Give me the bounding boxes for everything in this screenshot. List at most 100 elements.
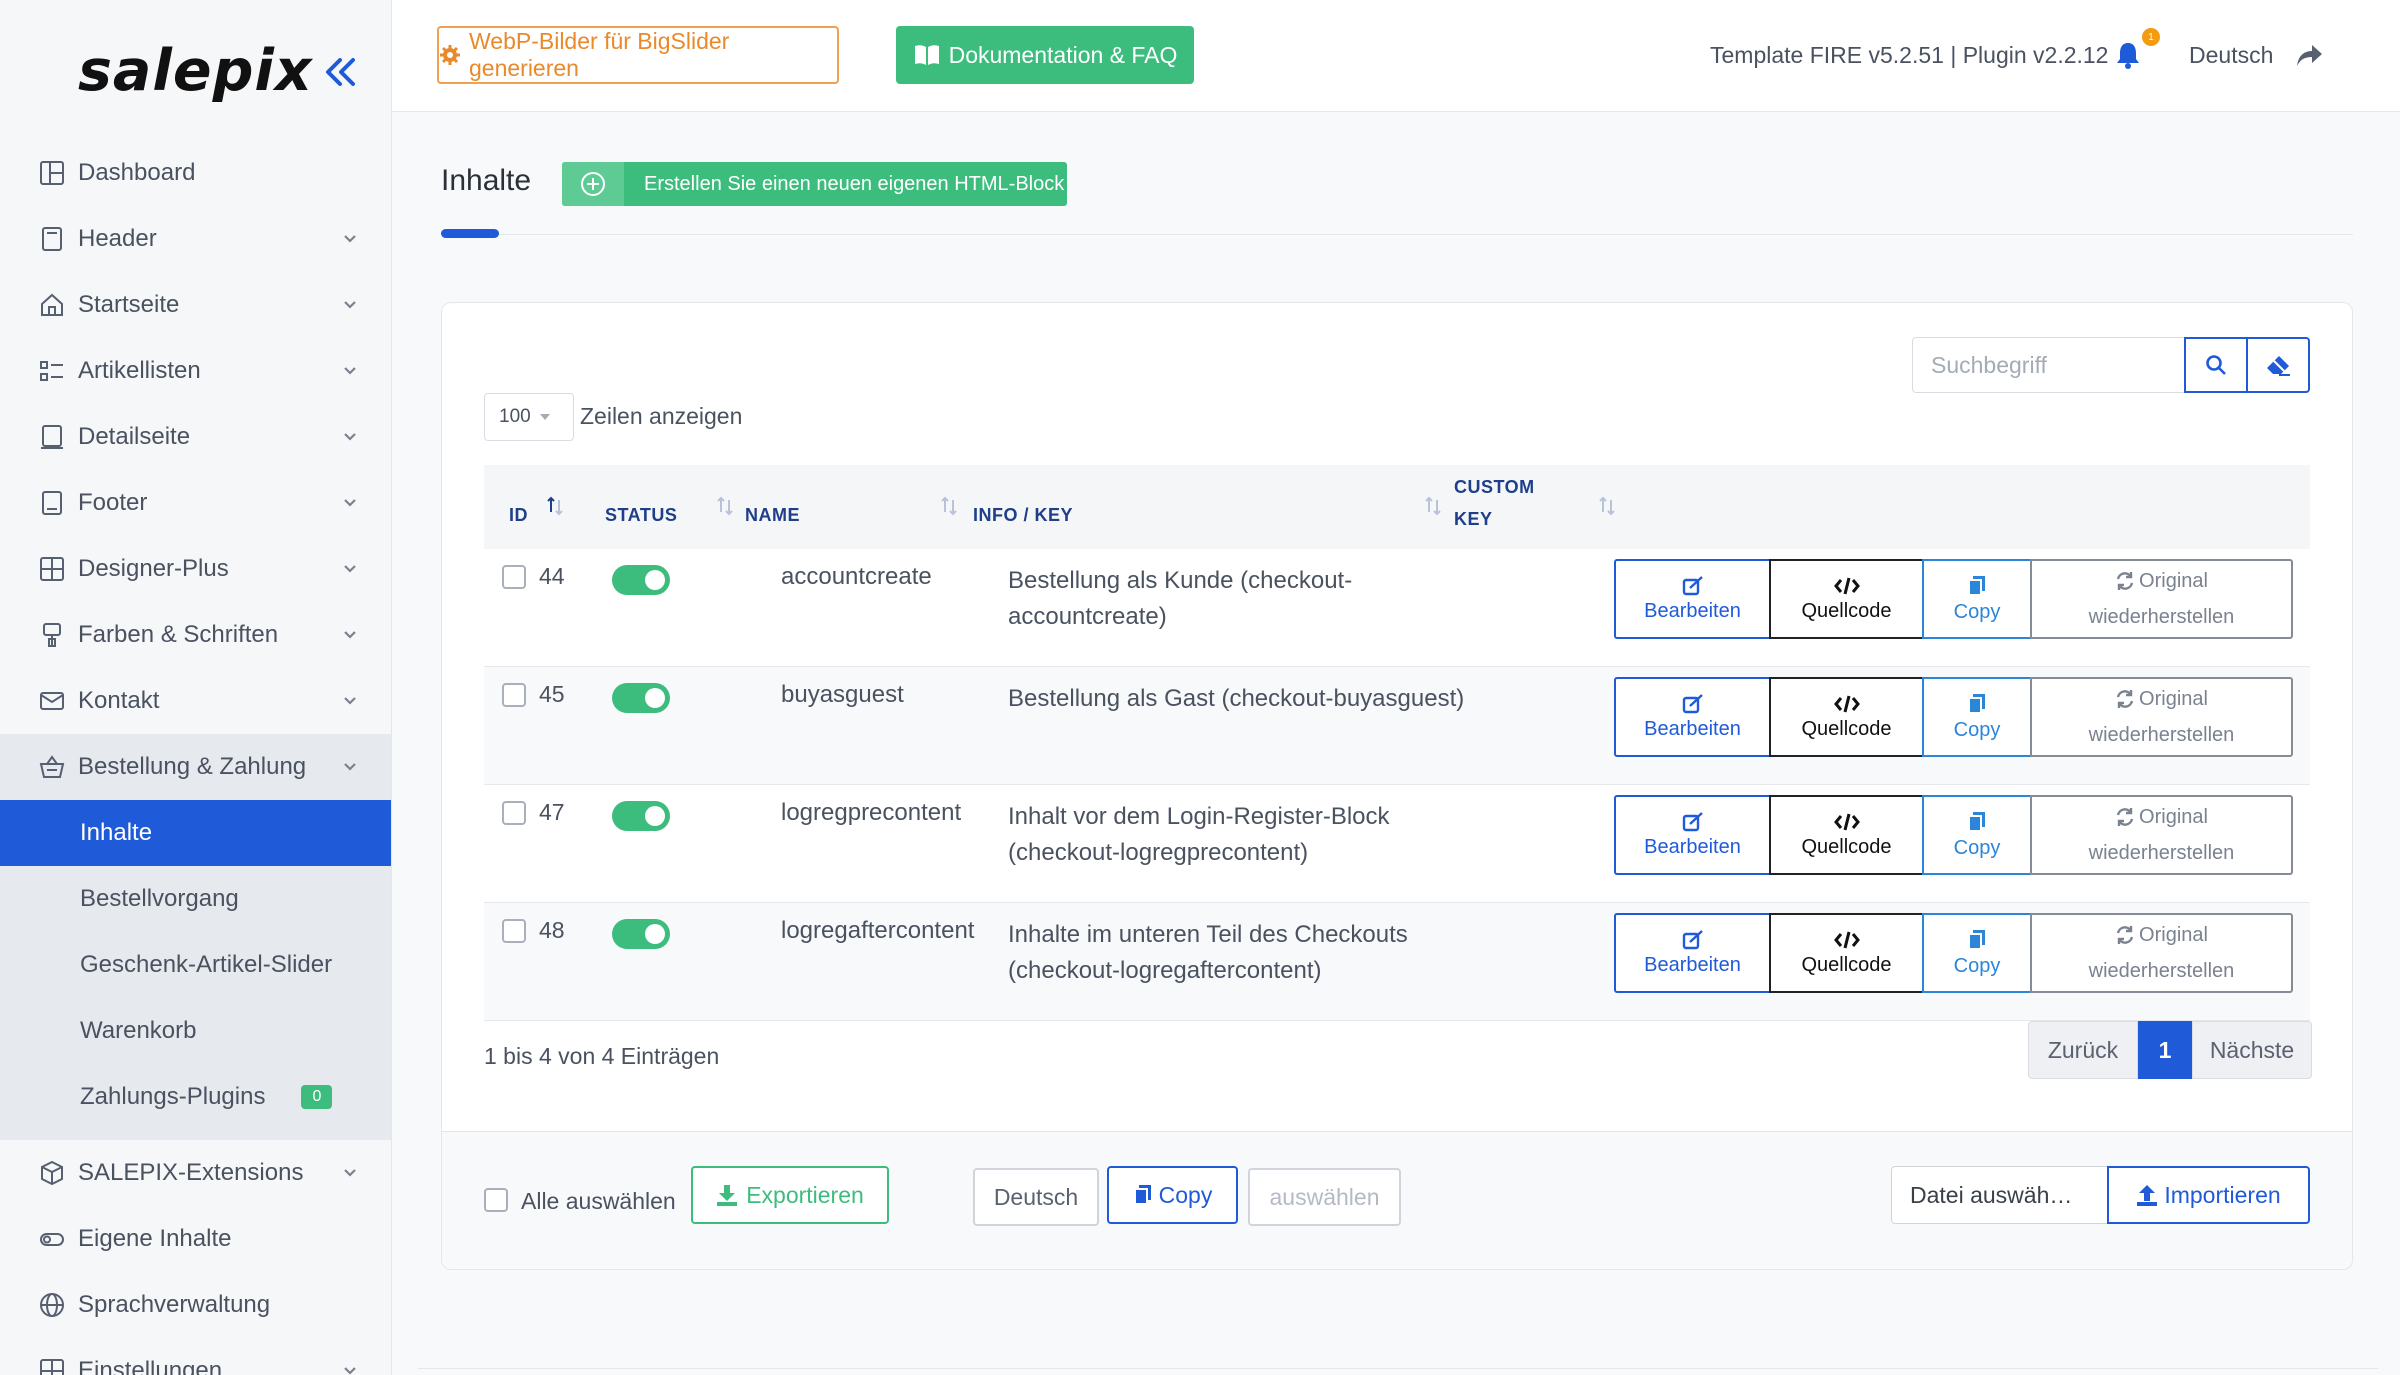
- edit-button[interactable]: Bearbeiten: [1614, 677, 1771, 757]
- code-label: Quellcode: [1801, 953, 1892, 976]
- clear-search-button[interactable]: [2246, 337, 2310, 393]
- edit-button[interactable]: Bearbeiten: [1614, 913, 1771, 993]
- edit-button[interactable]: Bearbeiten: [1614, 795, 1771, 875]
- sort-icon[interactable]: [940, 495, 958, 517]
- select-all-label[interactable]: Alle auswählen: [521, 1188, 676, 1215]
- export-button[interactable]: Exportieren: [691, 1166, 889, 1224]
- sidebar-item-artikellisten[interactable]: Artikellisten: [0, 338, 391, 404]
- chevron-down-icon: [340, 559, 360, 579]
- source-code-button[interactable]: Quellcode: [1769, 677, 1924, 757]
- select-all-checkbox[interactable]: [484, 1188, 508, 1212]
- sidebar-subitem-bestellvorgang[interactable]: Bestellvorgang: [0, 866, 391, 932]
- import-button[interactable]: Importieren: [2107, 1166, 2310, 1224]
- search-button[interactable]: [2184, 337, 2248, 393]
- sidebar-item-bestellung-zahlung[interactable]: Bestellung & Zahlung: [0, 734, 391, 800]
- source-code-button[interactable]: Quellcode: [1769, 559, 1924, 639]
- logo[interactable]: salepix: [78, 38, 313, 104]
- sidebar-subitem-geschenk-artikel-slider[interactable]: Geschenk-Artikel-Slider: [0, 932, 391, 998]
- copy-label: Copy: [1953, 954, 2001, 977]
- sidebar-item-header[interactable]: Header: [0, 206, 391, 272]
- row-checkbox[interactable]: [502, 683, 526, 707]
- row-checkbox[interactable]: [502, 919, 526, 943]
- sidebar-item-label: Einstellungen: [78, 1357, 223, 1375]
- page-bottom-divider: [418, 1368, 2378, 1369]
- column-header-status[interactable]: STATUS: [605, 505, 677, 526]
- sidebar-item-sprachverwaltung[interactable]: Sprachverwaltung: [0, 1272, 391, 1338]
- pagination-next-button[interactable]: Nächste: [2192, 1021, 2312, 1079]
- status-toggle[interactable]: [612, 801, 670, 831]
- column-header-id[interactable]: ID: [509, 505, 528, 526]
- sidebar-item-einstellungen[interactable]: Einstellungen: [0, 1338, 391, 1375]
- edit-button[interactable]: Bearbeiten: [1614, 559, 1771, 639]
- column-header-name[interactable]: NAME: [745, 505, 800, 526]
- row-info-line1: Inhalt vor dem Login-Register-Block: [1008, 803, 1390, 830]
- row-info-line1: Bestellung als Gast (checkout-buyasguest…: [1008, 685, 1465, 712]
- sidebar-subitem-inhalte[interactable]: Inhalte: [0, 800, 391, 866]
- book-icon: [913, 44, 941, 66]
- restore-original-button[interactable]: Original wiederherstellen: [2030, 913, 2293, 993]
- submenu-bestellung-zahlung: Inhalte Bestellvorgang Geschenk-Artikel-…: [0, 800, 391, 1140]
- copy-button[interactable]: Copy: [1922, 677, 2032, 757]
- status-toggle[interactable]: [612, 683, 670, 713]
- row-checkbox[interactable]: [502, 565, 526, 589]
- code-icon: [1833, 812, 1860, 832]
- collapse-sidebar-icon[interactable]: [320, 52, 360, 92]
- sidebar-item-designer-plus[interactable]: Designer-Plus: [0, 536, 391, 602]
- language-switcher[interactable]: Deutsch: [2189, 42, 2273, 69]
- export-language-button[interactable]: Deutsch: [973, 1168, 1099, 1226]
- search-input[interactable]: [1912, 337, 2184, 393]
- row-info: Bestellung als Kunde (checkout-accountcr…: [1008, 563, 1428, 635]
- bell-icon[interactable]: [2114, 40, 2142, 70]
- sort-icon[interactable]: [1598, 495, 1616, 517]
- rows-per-page-select[interactable]: 100: [484, 393, 574, 441]
- sidebar: salepix Dashboard Header Startseite Arti…: [0, 0, 392, 1375]
- sidebar-item-eigene-inhalte[interactable]: Eigene Inhalte: [0, 1206, 391, 1272]
- file-input[interactable]: Datei auswäh…: [1891, 1166, 2109, 1224]
- copy-button[interactable]: Copy: [1922, 795, 2032, 875]
- create-html-block-button[interactable]: Erstellen Sie einen neuen eigenen HTML-B…: [562, 162, 1067, 206]
- webp-generate-button[interactable]: WebP-Bilder für BigSlider generieren: [437, 26, 839, 84]
- status-toggle[interactable]: [612, 565, 670, 595]
- row-checkbox[interactable]: [502, 801, 526, 825]
- select-button[interactable]: auswählen: [1248, 1168, 1401, 1226]
- sidebar-item-detailseite[interactable]: Detailseite: [0, 404, 391, 470]
- sidebar-item-salepix-extensions[interactable]: SALEPIX-Extensions: [0, 1140, 391, 1206]
- source-code-button[interactable]: Quellcode: [1769, 913, 1924, 993]
- edit-icon: [1682, 811, 1704, 832]
- sidebar-item-farben-schriften[interactable]: Farben & Schriften: [0, 602, 391, 668]
- sidebar-item-startseite[interactable]: Startseite: [0, 272, 391, 338]
- restore-line1: Original: [2115, 801, 2208, 833]
- home-icon: [38, 291, 66, 319]
- restore-original-button[interactable]: Original wiederherstellen: [2030, 677, 2293, 757]
- sidebar-subitem-warenkorb[interactable]: Warenkorb: [0, 998, 391, 1064]
- sidebar-item-dashboard[interactable]: Dashboard: [0, 140, 391, 206]
- copy-button[interactable]: Copy: [1922, 559, 2032, 639]
- restore-original-button[interactable]: Original wiederherstellen: [2030, 795, 2293, 875]
- copy-icon: [1967, 693, 1987, 715]
- restore-label-2: wiederherstellen: [2088, 724, 2235, 746]
- sort-asc-icon[interactable]: [546, 495, 564, 517]
- documentation-button[interactable]: Dokumentation & FAQ: [896, 26, 1194, 84]
- sort-icon[interactable]: [716, 495, 734, 517]
- sort-icon[interactable]: [1424, 495, 1442, 517]
- pagination-page-button[interactable]: 1: [2138, 1021, 2192, 1079]
- sidebar-item-kontakt[interactable]: Kontakt: [0, 668, 391, 734]
- row-info-line2: (checkout-logregaftercontent): [1008, 957, 1322, 984]
- column-header-info[interactable]: INFO / KEY: [973, 505, 1073, 526]
- pagination-prev-button[interactable]: Zurück: [2028, 1021, 2138, 1079]
- sidebar-item-label: Kontakt: [78, 687, 160, 714]
- row-info-line2: (checkout-logregprecontent): [1008, 839, 1309, 866]
- source-code-button[interactable]: Quellcode: [1769, 795, 1924, 875]
- footer-copy-button[interactable]: Copy: [1107, 1166, 1238, 1224]
- sidebar-item-footer[interactable]: Footer: [0, 470, 391, 536]
- column-header-custom-key[interactable]: CUSTOM KEY: [1454, 477, 1535, 540]
- restore-original-button[interactable]: Original wiederherstellen: [2030, 559, 2293, 639]
- topbar: WebP-Bilder für BigSlider generieren Dok…: [392, 0, 2400, 112]
- share-icon[interactable]: [2294, 40, 2324, 70]
- copy-button[interactable]: Copy: [1922, 913, 2032, 993]
- sidebar-subitem-zahlungs-plugins[interactable]: Zahlungs-Plugins 0: [0, 1064, 391, 1130]
- restore-line1: Original: [2115, 919, 2208, 951]
- status-toggle[interactable]: [612, 919, 670, 949]
- row-name: buyasguest: [781, 681, 904, 708]
- row-id: 48: [539, 917, 565, 943]
